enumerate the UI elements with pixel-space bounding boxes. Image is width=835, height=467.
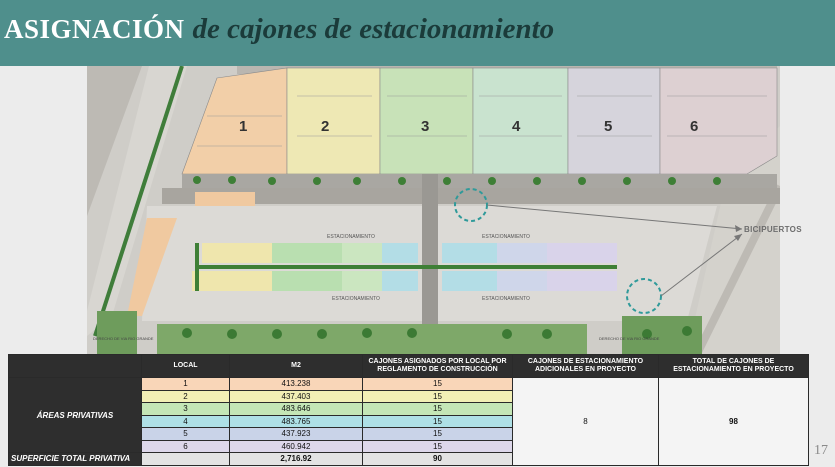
header-m2: M2 (229, 354, 363, 378)
cell-local: 3 (141, 402, 230, 416)
cell-local: 2 (141, 389, 230, 403)
title-bold: ASIGNACIÓN (4, 14, 185, 44)
bicipuertos-label: BICIPUERTOS (744, 225, 802, 234)
stall-row-bottom (192, 271, 617, 291)
parking-label-2: ESTACIONAMIENTO (482, 234, 530, 240)
local-number-3: 3 (421, 118, 429, 135)
total-label: SUPERFICIE TOTAL PRIVATIVA (8, 452, 142, 466)
parking-label-1: ESTACIONAMIENTO (327, 234, 375, 240)
street-label-left: DERECHO DE VIA RIO GRANDE (93, 336, 154, 341)
total-m2: 2,716.92 (229, 452, 363, 466)
total-cajones: 90 (362, 452, 513, 466)
header-cajones-reglamento: CAJONES ASIGNADOS POR LOCAL POR REGLAMEN… (362, 354, 513, 378)
title-italic: de cajones de estacionamiento (192, 13, 555, 45)
parking-table: LOCAL M2 CAJONES ASIGNADOS POR LOCAL POR… (8, 354, 809, 466)
cell-m2: 483.765 (229, 414, 363, 428)
cell-m2: 437.923 (229, 427, 363, 441)
site-plan: 1 2 3 4 5 6 ESTACIONAMIENTO ESTACIONAMIE… (87, 66, 780, 354)
parking-label-4: ESTACIONAMIENTO (482, 296, 530, 302)
cell-local: 1 (141, 377, 230, 391)
cell-cajones: 15 (362, 377, 513, 391)
section-label: ÁREAS PRIVATIVAS (8, 377, 142, 453)
header-total-cajones: TOTAL DE CAJONES DE ESTACIONAMIENTO EN P… (658, 354, 809, 378)
local-6 (659, 67, 778, 175)
stall-row-top (202, 243, 617, 263)
cell-m2: 483.646 (229, 402, 363, 416)
header-cajones-adicionales: CAJONES DE ESTACIONAMIENTO ADICIONALES E… (512, 354, 659, 378)
cell-total-proyecto: 98 (658, 377, 809, 466)
cell-m2: 413.238 (229, 377, 363, 391)
cell-local: 4 (141, 414, 230, 428)
header-blank (8, 354, 142, 378)
cell-cajones: 15 (362, 427, 513, 441)
cell-adicionales: 8 (512, 377, 659, 466)
cell-local: 5 (141, 427, 230, 441)
cell-cajones: 15 (362, 414, 513, 428)
local-number-2: 2 (321, 118, 329, 135)
bottom-green-strip (157, 324, 587, 354)
header-band: ASIGNACIÓN de cajones de estacionamiento (0, 0, 835, 66)
bottom-green-left (97, 311, 137, 354)
local-number-5: 5 (604, 118, 612, 135)
cell-m2: 437.403 (229, 389, 363, 403)
local-5 (567, 67, 661, 175)
page-number: 17 (814, 443, 828, 458)
cell-cajones: 15 (362, 389, 513, 403)
local-number-1: 1 (239, 118, 247, 135)
local-4 (472, 67, 569, 175)
local-number-6: 6 (690, 118, 698, 135)
street-label-right: DERECHO DE VIA RIO GRANDE (599, 336, 660, 341)
cell-cajones: 15 (362, 439, 513, 453)
parking-label-3: ESTACIONAMIENTO (332, 296, 380, 302)
local-2 (286, 67, 381, 175)
header-local: LOCAL (141, 354, 230, 378)
total-blank (141, 452, 230, 466)
table-row: ÁREAS PRIVATIVAS 1 413.238 15 8 98 (8, 377, 809, 466)
local-number-4: 4 (512, 118, 521, 135)
cell-m2: 460.942 (229, 439, 363, 453)
cell-local: 6 (141, 439, 230, 453)
cell-cajones: 15 (362, 402, 513, 416)
page-title: ASIGNACIÓN de cajones de estacionamiento (4, 13, 554, 46)
